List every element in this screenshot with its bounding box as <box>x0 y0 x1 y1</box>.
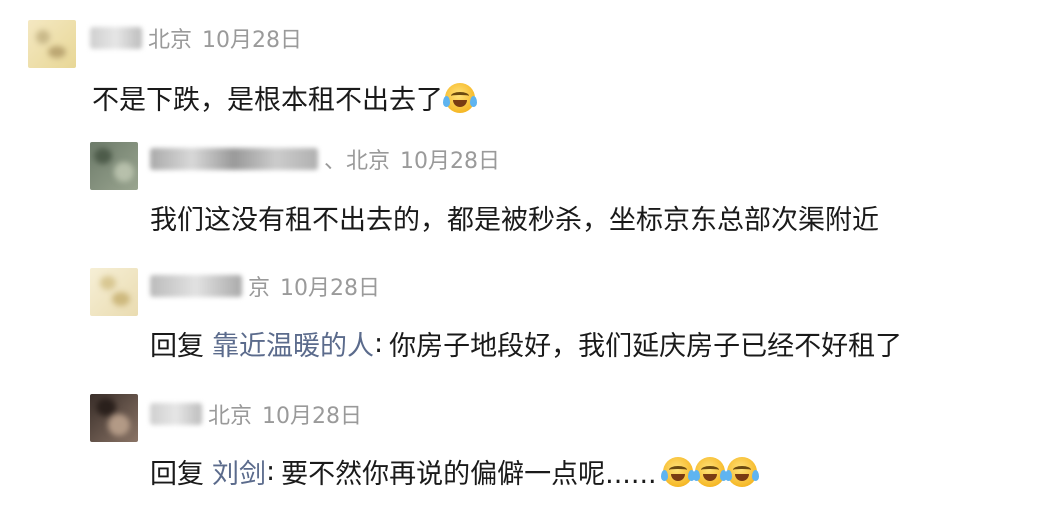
comment-text: 回复 刘剑 : 要不然你再说的偏僻一点呢...... <box>150 452 759 491</box>
laugh-cry-emoji-icon <box>660 456 695 487</box>
laugh-cry-emoji-icon <box>692 456 727 487</box>
avatar[interactable] <box>90 268 138 316</box>
laugh-cry-emoji-icon <box>724 456 759 487</box>
laugh-cry-emoji-icon <box>443 82 477 113</box>
reply-colon: : <box>374 328 384 359</box>
comment-date: 10月28日 <box>280 276 381 301</box>
reply-prefix: 回复 <box>150 331 204 362</box>
comment-location: 京 <box>248 276 271 301</box>
comment-text: 不是下跌，是根本租不出去了 <box>92 78 477 117</box>
blurred-username[interactable] <box>150 403 202 425</box>
avatar[interactable] <box>28 20 76 68</box>
comment-body: 你房子地段好，我们延庆房子已经不好租了 <box>389 331 903 362</box>
comment-date: 10月28日 <box>400 149 501 174</box>
avatar[interactable] <box>90 394 138 442</box>
avatar[interactable] <box>90 142 138 190</box>
reply-colon: : <box>266 456 276 487</box>
reply-target-link[interactable]: 刘剑 <box>212 452 266 491</box>
comment-body: 我们这没有租不出去的，都是被秒杀，坐标京东总部次渠附近 <box>150 205 879 236</box>
reply-target-link[interactable]: 靠近温暖的人 <box>212 324 374 363</box>
comment-meta: 北京 10月28日 <box>150 398 362 430</box>
blurred-username[interactable] <box>150 275 242 297</box>
reply-prefix: 回复 <box>150 459 204 490</box>
blurred-username[interactable] <box>90 27 142 49</box>
comment-location: 北京 <box>148 28 193 53</box>
comment-date: 10月28日 <box>262 404 363 429</box>
comment-meta: 京 10月28日 <box>150 270 380 302</box>
comment-text: 我们这没有租不出去的，都是被秒杀，坐标京东总部次渠附近 <box>150 198 879 237</box>
comment-text: 回复 靠近温暖的人 : 你房子地段好，我们延庆房子已经不好租了 <box>150 324 902 363</box>
comment-location: 北京 <box>208 404 253 429</box>
comment-body: 要不然你再说的偏僻一点呢...... <box>281 459 657 490</box>
comment-meta: 北京 10月28日 <box>90 22 302 54</box>
comment-body: 不是下跌，是根本租不出去了 <box>92 85 443 116</box>
comment-location: 、北京 <box>324 149 391 174</box>
comment-meta: 、北京 10月28日 <box>150 143 500 175</box>
comment-date: 10月28日 <box>202 28 303 53</box>
blurred-username[interactable] <box>150 148 318 170</box>
